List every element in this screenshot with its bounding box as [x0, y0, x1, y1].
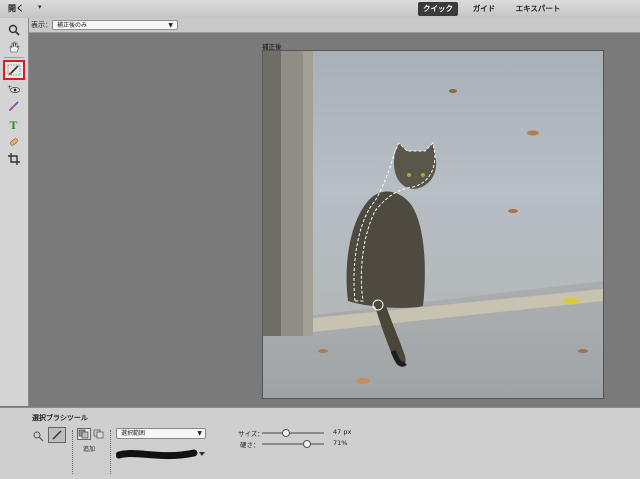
brush-mode-select[interactable]: 選択範囲 ▼ — [116, 428, 206, 439]
hand-icon — [9, 41, 20, 53]
type-icon: T — [10, 118, 18, 130]
quick-selection-tool[interactable] — [3, 60, 25, 80]
tools-panel: + T — [0, 18, 29, 406]
crop-icon — [8, 153, 20, 165]
tool-options-panel: 選択ブラシツール 追加 選択範囲 ▼ サイズ： 47 px 硬さ： 71% — [0, 407, 640, 479]
open-dropdown-chevron-icon[interactable]: ▾ — [38, 3, 42, 11]
size-slider-knob[interactable] — [282, 429, 290, 437]
top-bar: 開く ▾ クイック ガイド エキスパート — [0, 0, 640, 19]
red-eye-tool[interactable]: + — [5, 81, 23, 97]
brush-preset-picker[interactable] — [115, 446, 206, 462]
chevron-down-icon: ▼ — [197, 430, 202, 437]
photo-canvas[interactable] — [262, 50, 604, 399]
type-tool[interactable]: T — [5, 116, 23, 132]
options-divider — [72, 430, 73, 474]
hardness-slider[interactable] — [262, 440, 324, 448]
zoom-icon — [8, 24, 20, 36]
brush-selection-option[interactable] — [48, 427, 66, 443]
view-options-bar: 表示： 補正後のみ ▼ — [28, 18, 640, 33]
size-label: サイズ： — [238, 430, 264, 438]
hand-tool[interactable] — [5, 39, 23, 55]
red-eye-icon: + — [7, 84, 20, 93]
add-mode-button[interactable] — [77, 428, 91, 440]
cat-photo-image — [263, 51, 603, 398]
brush-mode-value: 選択範囲 — [121, 430, 146, 437]
spot-healing-icon — [10, 138, 18, 146]
svg-text:T: T — [10, 118, 18, 130]
brush-stroke-preview-icon — [115, 449, 205, 460]
hardness-value: 71% — [333, 439, 348, 447]
whiten-teeth-icon — [9, 101, 19, 111]
zoom-tool[interactable] — [5, 22, 23, 38]
spot-healing-tool[interactable] — [5, 134, 23, 150]
chevron-down-icon: ▼ — [168, 22, 173, 29]
hardness-label: 硬さ： — [240, 441, 260, 449]
view-select-value: 補正後のみ — [57, 22, 88, 29]
view-select[interactable]: 補正後のみ ▼ — [52, 20, 178, 30]
tab-guide[interactable]: ガイド — [466, 2, 502, 16]
options-divider — [110, 430, 111, 474]
crop-tool[interactable] — [5, 151, 23, 167]
subtract-from-selection-icon — [93, 429, 104, 439]
selection-tool-option[interactable] — [32, 430, 44, 442]
lasso-zoom-icon — [33, 431, 44, 442]
tab-quick[interactable]: クイック — [418, 2, 458, 16]
view-label: 表示： — [31, 21, 52, 29]
selection-brush-icon — [52, 430, 62, 440]
whiten-teeth-tool[interactable] — [5, 98, 23, 114]
add-mode-label: 追加 — [83, 446, 96, 453]
hardness-slider-knob[interactable] — [303, 440, 311, 448]
open-button[interactable]: 開く — [8, 3, 24, 14]
tool-options-title: 選択ブラシツール — [32, 414, 88, 422]
toolbar-divider — [4, 57, 24, 58]
size-slider[interactable] — [262, 429, 324, 437]
size-value: 47 px — [333, 428, 352, 436]
quick-selection-brush-icon — [7, 64, 21, 76]
add-to-selection-icon — [78, 429, 89, 439]
subtract-mode-button[interactable] — [93, 429, 105, 439]
tab-expert[interactable]: エキスパート — [508, 2, 568, 16]
